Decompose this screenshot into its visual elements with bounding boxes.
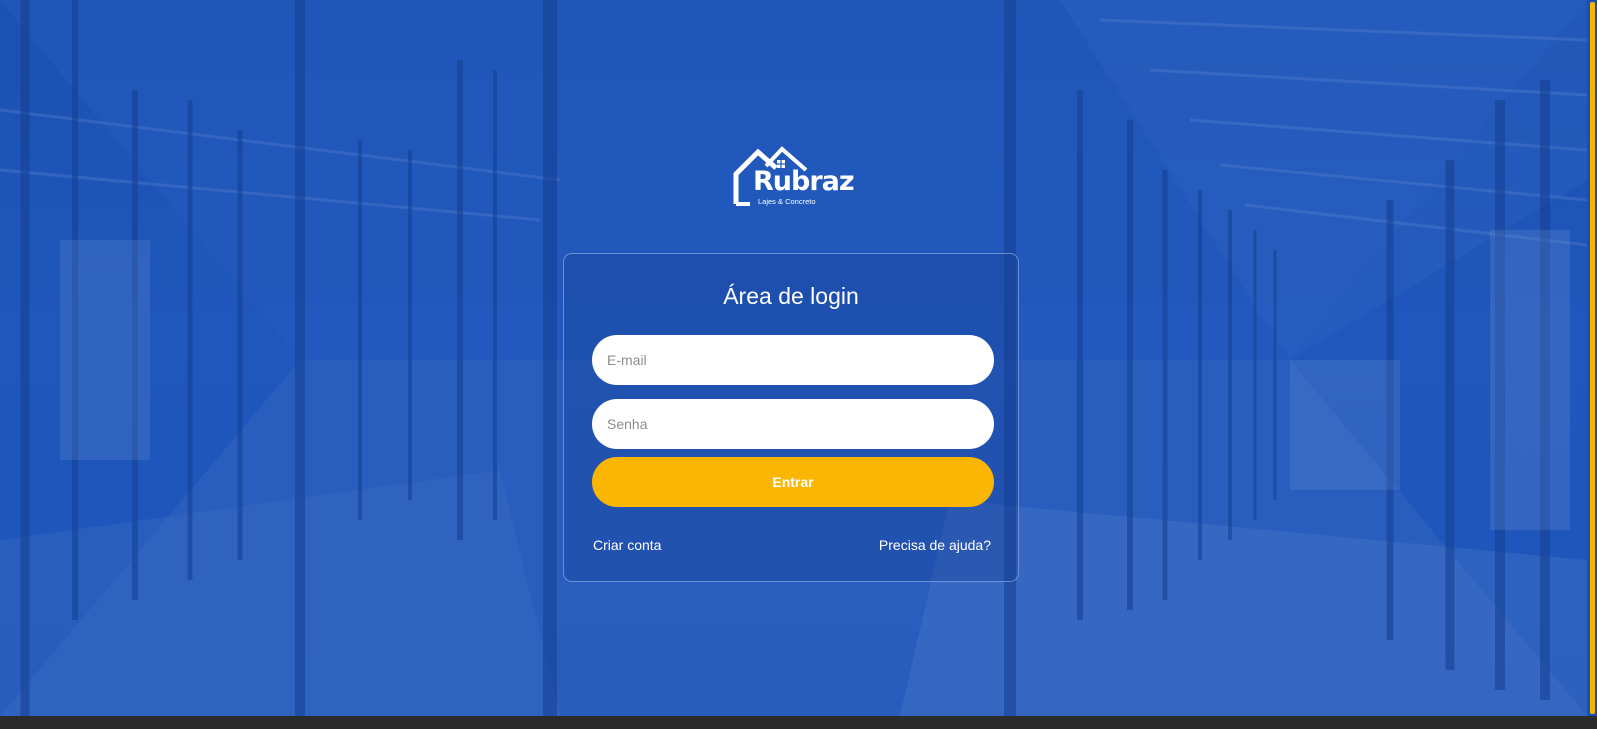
login-title: Área de login	[723, 283, 859, 309]
create-account-link[interactable]: Criar conta	[593, 536, 661, 554]
help-link[interactable]: Precisa de ajuda?	[879, 536, 991, 554]
email-input[interactable]	[592, 335, 994, 385]
window-bottom-edge	[0, 716, 1597, 729]
login-card: Área de login Entrar Criar conta Precisa…	[563, 253, 1019, 582]
password-input[interactable]	[592, 399, 994, 449]
rubraz-logo: Rubraz Lajes & Concreto	[732, 146, 855, 208]
brand-name: Rubraz	[753, 166, 855, 197]
login-page: Rubraz Lajes & Concreto Área de login En…	[0, 0, 1597, 729]
scrollbar-thumb[interactable]	[1590, 2, 1595, 714]
login-submit-button[interactable]: Entrar	[592, 457, 994, 507]
brand-tagline: Lajes & Concreto	[758, 197, 816, 206]
